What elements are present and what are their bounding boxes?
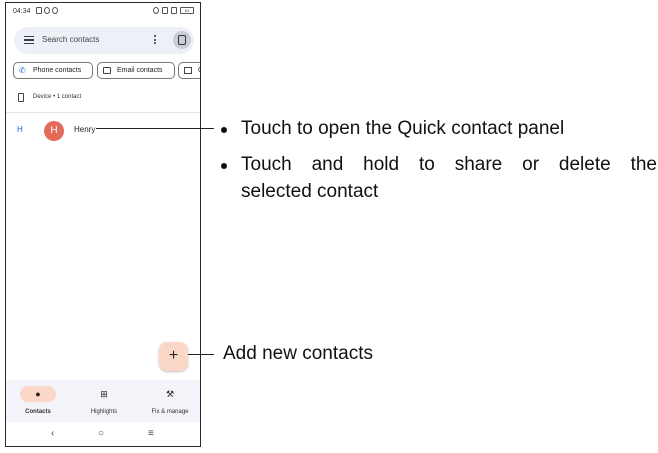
nav-fix-manage[interactable]: ⚒ Fix & manage	[140, 386, 200, 420]
battery-icon: 61	[180, 7, 194, 14]
account-button[interactable]	[173, 31, 191, 49]
notification-icons	[36, 7, 58, 14]
nav-highlights[interactable]: ⊞ Highlights	[74, 386, 134, 420]
nav-contacts[interactable]: ● Contacts	[8, 386, 68, 420]
wrench-icon: ⚒	[165, 389, 175, 399]
sim-icon	[36, 7, 42, 14]
nav-label: Fix & manage	[151, 409, 189, 415]
settings-icon	[44, 7, 50, 14]
chip-label: Phone contacts	[33, 67, 82, 74]
status-time: 04:34	[13, 8, 31, 15]
group-letter: H	[17, 125, 23, 134]
chip-label: Email contacts	[117, 67, 163, 74]
system-navigation: ‹ ○ ≡	[6, 422, 200, 446]
nav-label: Contacts	[25, 409, 51, 415]
email-icon	[103, 67, 111, 74]
chip-label: C	[198, 67, 200, 74]
contact-name[interactable]: Henry	[74, 125, 95, 134]
contact-row[interactable]: H H Henry	[6, 118, 200, 142]
search-input[interactable]: Search contacts	[42, 35, 99, 44]
menu-icon[interactable]	[24, 36, 34, 44]
chip-email-contacts[interactable]: Email contacts	[97, 62, 175, 79]
annotation-text: Touch to open the Quick contact panel	[241, 118, 565, 139]
bottom-navigation: ● Contacts ⊞ Highlights ⚒ Fix & manage	[6, 380, 200, 422]
status-bar: 04:34 61	[6, 3, 200, 21]
more-options-icon[interactable]	[153, 35, 157, 47]
nav-label: Highlights	[90, 409, 118, 415]
search-bar[interactable]: Search contacts	[14, 27, 194, 54]
annotation-text: Touch and hold to share or delete the	[241, 154, 657, 175]
bullet	[221, 127, 227, 133]
home-icon[interactable]: ○	[98, 428, 104, 439]
device-icon	[18, 93, 24, 102]
signal-icon	[162, 7, 168, 14]
annotation-add: Add new contacts	[223, 343, 373, 364]
chip-company[interactable]: C	[178, 62, 200, 79]
filter-chips: ✆ Phone contacts Email contacts C	[13, 62, 200, 80]
callout-line-fab	[188, 354, 214, 355]
phone-icon: ✆	[19, 66, 26, 75]
section-label: Device • 1 contact	[33, 94, 82, 100]
person-icon: ●	[35, 389, 41, 399]
phone-screenshot: 04:34 61 Search contacts ✆ Phone contact…	[5, 2, 201, 447]
chip-phone-contacts[interactable]: ✆ Phone contacts	[13, 62, 93, 79]
recents-icon[interactable]: ≡	[148, 428, 154, 439]
divider	[6, 112, 200, 113]
back-icon[interactable]: ‹	[51, 428, 54, 439]
phone-device-icon	[178, 35, 186, 45]
signal-2-icon	[171, 7, 177, 14]
annotation-text: selected contact	[241, 181, 379, 202]
vibrate-icon	[153, 7, 159, 14]
building-icon	[184, 67, 192, 74]
system-status-icons: 61	[153, 7, 194, 14]
highlights-icon: ⊞	[100, 389, 108, 399]
callout-line-contact	[96, 128, 214, 129]
bullet	[221, 163, 227, 169]
avatar: H	[44, 121, 64, 141]
sync-icon	[52, 7, 58, 14]
add-contact-button[interactable]: +	[159, 342, 188, 371]
